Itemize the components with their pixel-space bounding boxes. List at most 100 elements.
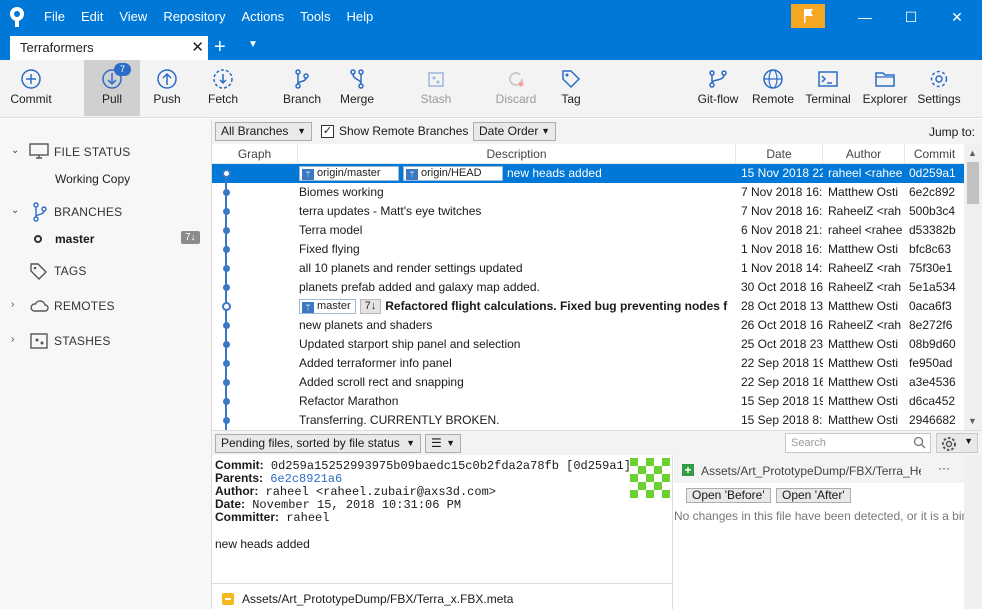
push-button[interactable]: Push: [145, 60, 189, 116]
commit-row[interactable]: planets prefab added and galaxy map adde…: [212, 278, 964, 297]
column-date[interactable]: Date: [736, 144, 823, 164]
diff-scrollbar[interactable]: [964, 455, 982, 609]
tab-list-chevron-icon[interactable]: ▼: [248, 39, 258, 50]
maximize-button[interactable]: ☐: [888, 0, 934, 34]
remote-branch-tag[interactable]: ᛘ origin/master: [299, 166, 399, 181]
tag-icon: [30, 263, 47, 280]
terminal-icon: [818, 71, 838, 87]
open-before-button[interactable]: Open 'Before': [686, 488, 771, 503]
sidebar-tags[interactable]: TAGS: [0, 260, 212, 282]
chevron-right-icon[interactable]: ›: [11, 334, 14, 345]
view-mode-select[interactable]: ☰ ▼: [425, 434, 461, 453]
chevron-down-icon[interactable]: ⌄: [11, 145, 19, 156]
tab-close-icon[interactable]: ✕: [191, 38, 204, 56]
menu-help[interactable]: Help: [338, 0, 381, 34]
chevron-right-icon[interactable]: ›: [11, 299, 14, 310]
commit-list-scrollbar[interactable]: ▲ ▼: [964, 144, 982, 430]
commit-author: RaheelZ <rah: [828, 280, 902, 294]
menu-repository[interactable]: Repository: [155, 0, 233, 34]
commit-message-text: planets prefab added and galaxy map adde…: [299, 280, 540, 294]
remote-button[interactable]: Remote: [750, 60, 796, 116]
gitflow-label: Git-flow: [697, 92, 739, 106]
terminal-button[interactable]: Terminal: [802, 60, 854, 116]
menu-edit[interactable]: Edit: [73, 0, 111, 34]
discard-button[interactable]: Discard: [494, 60, 538, 116]
commit-description: terra updates - Matt's eye twitches: [299, 202, 735, 221]
branch-button[interactable]: Branch: [280, 60, 324, 116]
commit-row[interactable]: ᛘ origin/master ᛘ origin/HEAD new heads adde…: [212, 164, 964, 183]
graph-commit-node: [222, 417, 230, 424]
commit-row[interactable]: Terra model 6 Nov 2018 21: raheel <rahee d5…: [212, 221, 964, 240]
scroll-up-icon[interactable]: ▲: [968, 148, 977, 158]
detail-date-label: Date:: [215, 497, 246, 511]
commit-date: 7 Nov 2018 16:: [741, 204, 823, 218]
commit-row[interactable]: Transferring. CURRENTLY BROKEN. 15 Sep 20…: [212, 411, 964, 430]
commit-message: new heads added: [215, 537, 310, 551]
sidebar-item-working-copy[interactable]: Working Copy: [55, 172, 130, 186]
commit-row[interactable]: Added scroll rect and snapping 22 Sep 201…: [212, 373, 964, 392]
column-description[interactable]: Description: [298, 144, 736, 164]
gitflow-icon: [709, 70, 727, 88]
column-commit[interactable]: Commit: [905, 144, 964, 164]
order-select[interactable]: Date Order ▼: [473, 122, 556, 141]
local-branch-tag[interactable]: ᛘ master: [299, 299, 356, 314]
tag-button[interactable]: Tag: [549, 60, 593, 116]
commit-row[interactable]: Fixed flying 1 Nov 2018 16: Matthew Osti bf…: [212, 240, 964, 259]
sidebar-branches[interactable]: ⌄ BRANCHES: [0, 201, 212, 223]
commit-row[interactable]: new planets and shaders 26 Oct 2018 16 Rah…: [212, 316, 964, 335]
more-options-icon[interactable]: ···: [938, 461, 950, 475]
sidebar-file-status[interactable]: ⌄ FILE STATUS: [0, 141, 212, 163]
remote-branch-tag[interactable]: ᛘ origin/HEAD: [403, 166, 503, 181]
jump-to-label[interactable]: Jump to:: [929, 125, 975, 139]
menu-bar: File Edit View Repository Actions Tools …: [36, 0, 381, 34]
stash-button[interactable]: Stash: [414, 60, 458, 116]
merge-label: Merge: [339, 92, 374, 106]
close-window-button[interactable]: ✕: [934, 0, 980, 34]
commit-date: 1 Nov 2018 14:: [741, 261, 823, 275]
explorer-button[interactable]: Explorer: [860, 60, 910, 116]
commit-row[interactable]: Biomes working 7 Nov 2018 16: Matthew Osti…: [212, 183, 964, 202]
tab-terraformers[interactable]: Terraformers ✕: [10, 36, 208, 60]
changed-file-row[interactable]: Assets/Art_PrototypeDump/FBX/Terra_x.FBX…: [222, 590, 513, 608]
search-input[interactable]: Search: [785, 433, 931, 453]
column-graph[interactable]: Graph: [212, 144, 298, 164]
sidebar-item-master[interactable]: master 7↓: [0, 229, 212, 249]
scroll-down-icon[interactable]: ▼: [968, 416, 977, 426]
commit-row[interactable]: Refactor Marathon 15 Sep 2018 19 Matthew O…: [212, 392, 964, 411]
menu-tools[interactable]: Tools: [292, 0, 338, 34]
menu-file[interactable]: File: [36, 0, 73, 34]
open-after-button[interactable]: Open 'After': [776, 488, 851, 503]
commit-button[interactable]: Commit: [0, 60, 62, 116]
commit-description: Refactor Marathon: [299, 392, 735, 411]
commit-row[interactable]: all 10 planets and render settings updat…: [212, 259, 964, 278]
gitflow-button[interactable]: Git-flow: [694, 60, 742, 116]
scrollbar-thumb[interactable]: [967, 162, 979, 204]
commit-author: Matthew Osti: [828, 185, 899, 199]
flag-button[interactable]: [791, 4, 825, 28]
pull-button[interactable]: 7 Pull: [84, 60, 140, 116]
tab-bar: Terraformers ✕ + ▼: [0, 34, 982, 60]
commit-row[interactable]: Updated starport ship panel and selectio…: [212, 335, 964, 354]
column-author[interactable]: Author: [823, 144, 905, 164]
minimize-button[interactable]: —: [842, 0, 888, 34]
fetch-button[interactable]: Fetch: [201, 60, 245, 116]
menu-view[interactable]: View: [111, 0, 155, 34]
options-menu-button[interactable]: ▼: [936, 433, 978, 453]
menu-actions[interactable]: Actions: [233, 0, 292, 34]
commit-message-text: Refactored flight calculations. Fixed bu…: [385, 299, 728, 313]
commit-row[interactable]: Added terraformer info panel 22 Sep 2018 …: [212, 354, 964, 373]
new-tab-button[interactable]: +: [214, 36, 226, 58]
detail-parents-label: Parents:: [215, 471, 264, 485]
commit-description: new planets and shaders: [299, 316, 735, 335]
sidebar-remotes[interactable]: › REMOTES: [0, 295, 212, 317]
branches-filter-select[interactable]: All Branches ▼: [215, 122, 312, 141]
chevron-down-icon[interactable]: ⌄: [11, 205, 19, 216]
sidebar-stashes[interactable]: › STASHES: [0, 330, 212, 352]
commit-row[interactable]: ᛘ master 7↓ Refactored flight calculations.…: [212, 297, 964, 316]
merge-button[interactable]: Merge: [335, 60, 379, 116]
cloud-icon: [30, 300, 49, 312]
commit-row[interactable]: terra updates - Matt's eye twitches 7 Nov…: [212, 202, 964, 221]
pending-files-select[interactable]: Pending files, sorted by file status ▼: [215, 434, 421, 453]
settings-button[interactable]: Settings: [914, 60, 964, 116]
show-remote-checkbox[interactable]: ✓ Show Remote Branches: [321, 124, 468, 138]
